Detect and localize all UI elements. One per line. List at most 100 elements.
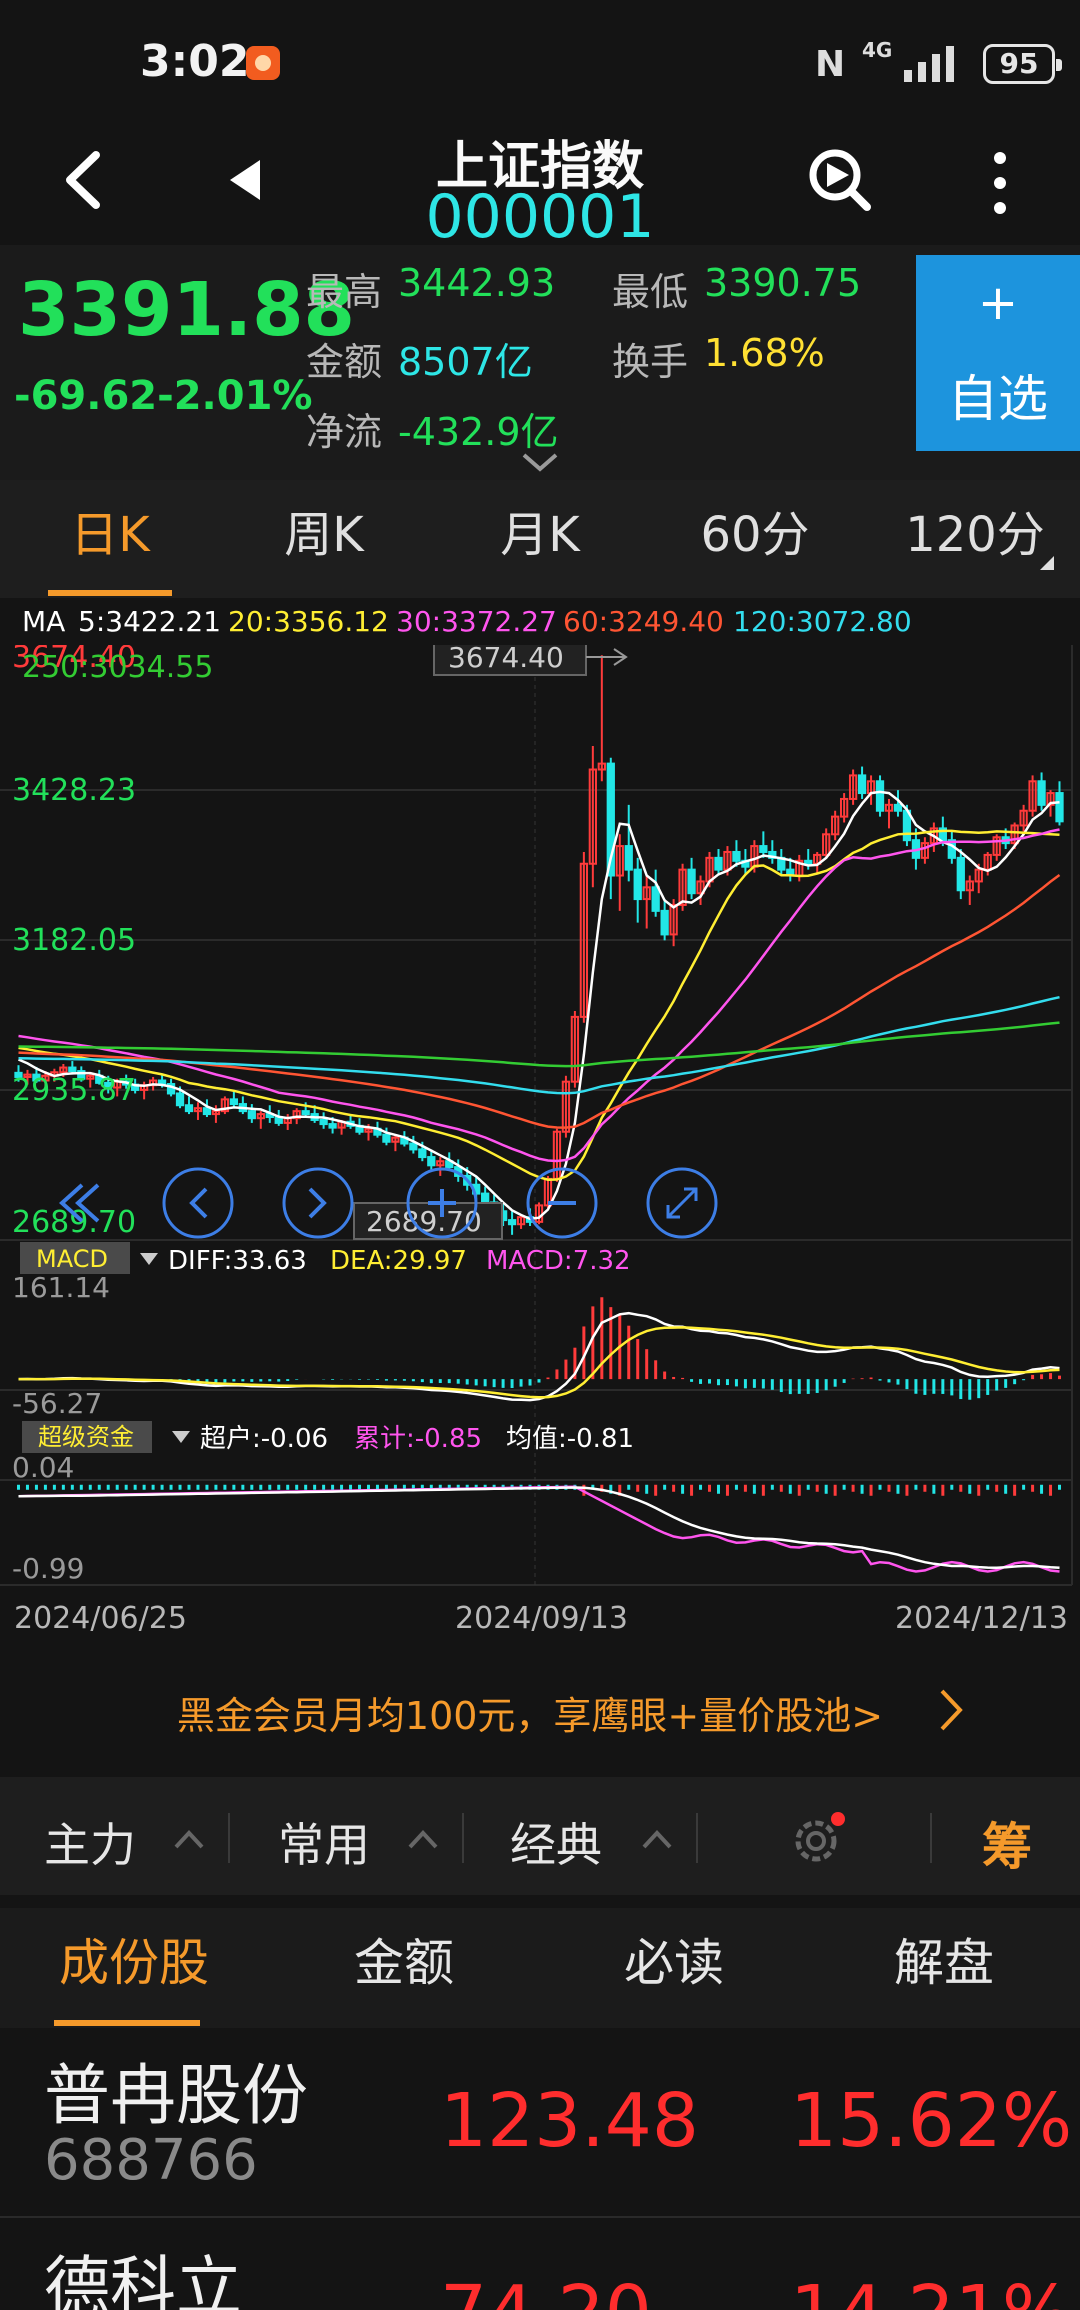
- netflow-label: 净流: [306, 410, 383, 454]
- y-tick-bottom: 2689.70: [12, 1205, 136, 1240]
- ma-legend: MA 5:3422.21 20:3356.12 30:3372.27 60:32…: [0, 598, 1080, 646]
- stock-pct: 14.21%: [790, 2270, 1072, 2310]
- low-value: 3390.75: [704, 261, 862, 305]
- high-label: 最高: [306, 270, 383, 314]
- chip-distribution-button[interactable]: 筹: [982, 1807, 1032, 1879]
- active-tab-indicator: [54, 2020, 200, 2026]
- high-marker: 3674.40: [433, 645, 628, 676]
- more-icon[interactable]: [980, 148, 1020, 218]
- chart-fullscreen-icon[interactable]: [646, 1167, 718, 1239]
- candle-body: [875, 780, 885, 812]
- x-tick-start: 2024/06/25: [14, 1601, 187, 1636]
- funds-lines: [18, 1485, 1060, 1573]
- ma30-line: [18, 828, 1060, 1163]
- netflow-value: -432.9亿: [398, 410, 559, 454]
- chart-scroll-right-icon[interactable]: [282, 1167, 354, 1239]
- turnover-value: 1.68%: [704, 331, 825, 375]
- candle-body: [1037, 780, 1046, 806]
- candle-body: [382, 1133, 391, 1143]
- tab-60min[interactable]: 60分: [680, 480, 830, 598]
- funds-avg: 均值:-0.81: [506, 1424, 634, 1454]
- amount-label: 金额: [306, 340, 383, 384]
- funds-cum-line: [18, 1485, 1060, 1573]
- candle-body: [1055, 792, 1064, 823]
- tab-must-read[interactable]: 必读: [564, 1908, 784, 2028]
- macd-lines: [18, 1311, 1060, 1402]
- ma20-value: 20:3356.12: [228, 605, 389, 638]
- chart-scroll-left-icon[interactable]: [162, 1167, 234, 1239]
- network-type: 4G: [862, 38, 893, 62]
- nfc-icon: N: [815, 44, 846, 85]
- candle-body: [507, 1219, 517, 1226]
- candle-body: [319, 1118, 328, 1126]
- stock-list: 普冉股份 688766 123.48 15.62% 德科立 74.20 14.2…: [0, 2028, 1080, 2310]
- price-change: -69.62-2.01%: [14, 373, 313, 419]
- candle-body: [893, 803, 903, 812]
- macd-ymax: 161.14: [12, 1271, 110, 1304]
- candle-body: [714, 856, 723, 871]
- macd-dropdown-icon[interactable]: [140, 1253, 158, 1265]
- x-tick-end: 2024/12/13: [895, 1601, 1068, 1636]
- stock-name: 普冉股份: [44, 2057, 308, 2134]
- candle-body: [624, 845, 633, 871]
- kline-chart[interactable]: 3674.40 250:3034.55 3428.23 3182.05 2935…: [0, 645, 1080, 1645]
- funds-cum: 累计:-0.85: [354, 1424, 482, 1454]
- stock-code: 000001: [425, 182, 655, 252]
- x-tick-mid: 2024/09/13: [455, 1601, 628, 1636]
- stock-code: 688766: [44, 2128, 258, 2193]
- stock-pct: 15.62%: [790, 2078, 1073, 2164]
- tab-120min[interactable]: 120分: [890, 480, 1060, 598]
- funds-ymin: -0.99: [12, 1552, 84, 1585]
- chevron-up-icon[interactable]: [408, 1829, 438, 1849]
- indicator-common[interactable]: 常用: [278, 1809, 370, 1875]
- funds-dropdown-icon[interactable]: [172, 1431, 190, 1443]
- active-tab-indicator: [48, 590, 172, 596]
- gear-icon[interactable]: [788, 1809, 848, 1869]
- ma250-value: 250:3034.55: [22, 650, 213, 685]
- candle-body: [804, 859, 813, 865]
- divider: [930, 1813, 932, 1863]
- search-icon[interactable]: [805, 145, 875, 215]
- y-tick-2: 3428.23: [12, 773, 136, 808]
- promo-text: 黑金会员月均100元，享鹰眼+量价股池>: [176, 1694, 884, 1738]
- y-tick-3: 3182.05: [12, 923, 136, 958]
- high-value: 3442.93: [398, 261, 556, 305]
- amount-value: 8507亿: [398, 340, 533, 384]
- chevron-right-icon: [940, 1689, 963, 1731]
- ma-title: MA: [22, 605, 66, 638]
- promo-banner[interactable]: 黑金会员月均100元，享鹰眼+量价股池>: [0, 1645, 1080, 1777]
- high-marker-label: 3674.40: [448, 645, 564, 674]
- status-bar: 3:02 N 4G 95: [0, 0, 1080, 120]
- ma5-value: 5:3422.21: [78, 605, 222, 638]
- chevron-up-icon[interactable]: [642, 1829, 672, 1849]
- funds-ymax: 0.04: [12, 1451, 74, 1484]
- macd-value: MACD:7.32: [486, 1246, 631, 1276]
- candle-body: [301, 1110, 310, 1116]
- candlesticks: [14, 655, 1064, 1235]
- macd-dea-line: [18, 1326, 1060, 1399]
- add-watchlist-button[interactable]: + 自选: [916, 255, 1080, 451]
- macd-dea: DEA:29.97: [330, 1246, 467, 1276]
- tab-constituents[interactable]: 成份股: [24, 1908, 244, 2028]
- indicator-classic[interactable]: 经典: [510, 1809, 602, 1875]
- tab-daily-k[interactable]: 日K: [40, 480, 180, 598]
- funds-label: 超级资金: [38, 1423, 134, 1451]
- list-item[interactable]: 德科立 74.20 14.21%: [0, 2220, 1080, 2310]
- chevron-down-icon[interactable]: [520, 451, 560, 473]
- signal-icon: [904, 46, 954, 82]
- candle-body: [409, 1142, 418, 1151]
- tab-monthly-k[interactable]: 月K: [470, 480, 610, 598]
- header: 上证指数 000001: [0, 120, 1080, 252]
- macd-diff: DIFF:33.63: [168, 1246, 307, 1276]
- macd-diff-line: [18, 1311, 1060, 1402]
- indicator-main[interactable]: 主力: [44, 1809, 136, 1875]
- chevron-up-icon[interactable]: [174, 1829, 204, 1849]
- divider: [462, 1813, 464, 1863]
- dropdown-corner-icon: [1040, 556, 1054, 570]
- tab-weekly-k[interactable]: 周K: [254, 480, 394, 598]
- list-item[interactable]: 普冉股份 688766 123.48 15.62%: [0, 2028, 1080, 2218]
- tab-amount[interactable]: 金额: [294, 1908, 514, 2028]
- turnover-label: 换手: [612, 340, 689, 384]
- tab-analysis[interactable]: 解盘: [834, 1908, 1054, 2028]
- ma120-value: 120:3072.80: [733, 605, 912, 638]
